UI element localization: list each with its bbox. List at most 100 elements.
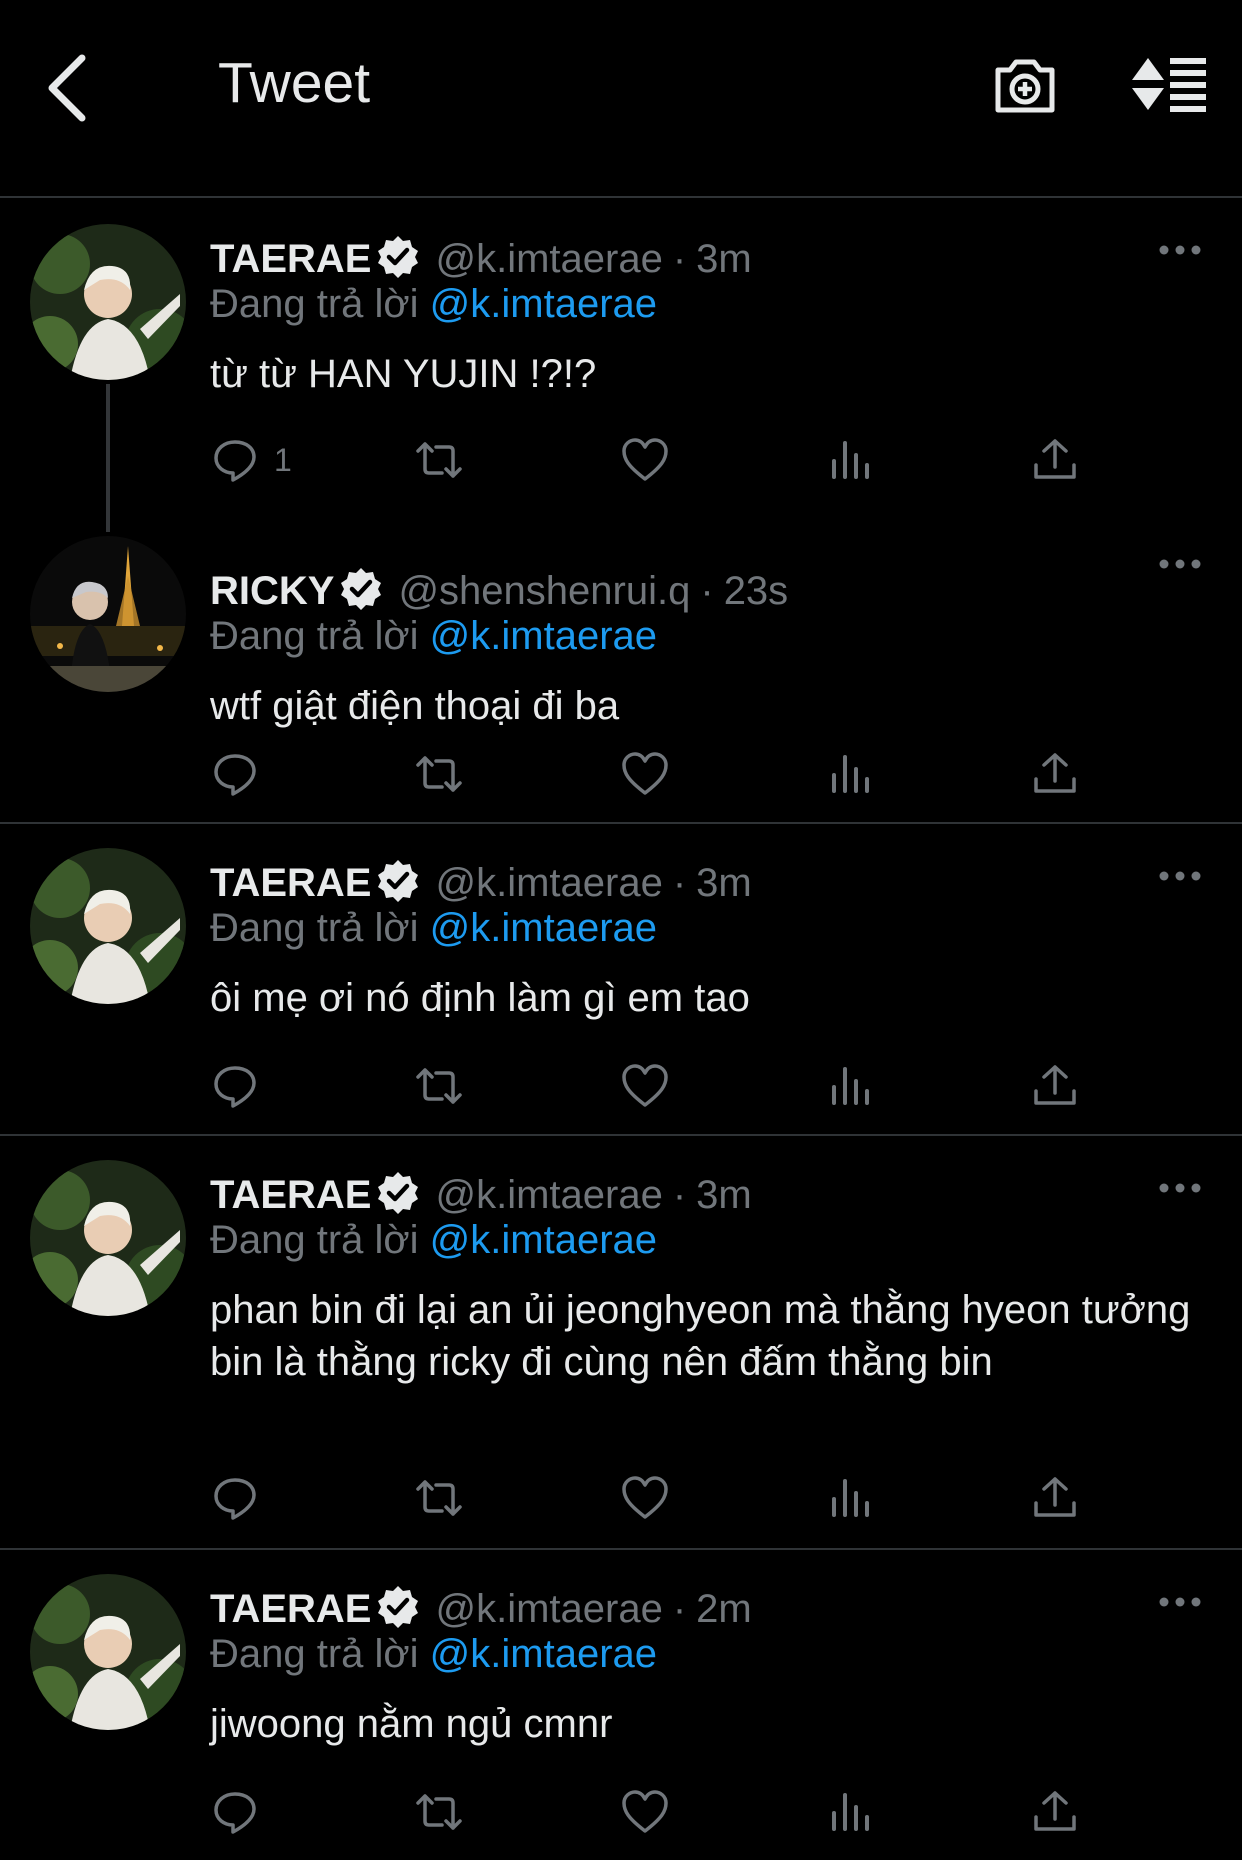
share-icon	[1034, 439, 1076, 479]
more-options-icon[interactable]	[1158, 1180, 1202, 1196]
replying-label: Đang trả lời	[210, 906, 419, 950]
reply-to-mention[interactable]: @k.imtaerae	[430, 1632, 657, 1676]
share-button[interactable]	[1030, 1786, 1080, 1838]
more-options-icon[interactable]	[1158, 1594, 1202, 1610]
display-name[interactable]: TAERAE	[210, 1173, 371, 1217]
more-options-icon[interactable]	[1158, 556, 1202, 572]
back-icon[interactable]	[40, 48, 100, 128]
tweet-actions	[210, 1060, 1110, 1112]
tweet-actions	[210, 1786, 1110, 1838]
tweet-text: ôi mẹ ơi nó định làm gì em tao	[210, 976, 750, 1020]
handle[interactable]: @shenshenrui.q	[398, 569, 690, 613]
replying-to: Đang trả lời @k.imtaerae	[210, 282, 657, 327]
verified-badge-icon	[378, 236, 419, 278]
heart-icon	[622, 1064, 668, 1107]
reply-button[interactable]	[210, 1060, 274, 1112]
timestamp: 3m	[696, 861, 752, 905]
more-options-icon[interactable]	[1158, 242, 1202, 258]
analytics-button[interactable]	[826, 434, 876, 486]
tweet-header: TAERAE @k.imtaerae · 3m	[210, 858, 752, 906]
share-button[interactable]	[1030, 1060, 1080, 1112]
analytics-button[interactable]	[826, 1060, 876, 1112]
tweet[interactable]: TAERAE @k.imtaerae · 3m Đang trả lời @k.imt…	[0, 824, 1242, 1136]
share-icon	[1034, 1791, 1076, 1831]
tweet[interactable]: TAERAE @k.imtaerae · 3m Đang trả lời @k.imt…	[0, 198, 1242, 532]
retweet-button[interactable]	[414, 1472, 464, 1524]
timestamp: 2m	[696, 1587, 752, 1631]
bar-chart-icon	[832, 1793, 869, 1831]
bar-chart-icon	[832, 755, 869, 793]
handle[interactable]: @k.imtaerae	[435, 237, 662, 281]
like-button[interactable]	[620, 1472, 670, 1524]
share-icon	[1034, 1065, 1076, 1105]
retweet-button[interactable]	[414, 434, 464, 486]
bar-chart-icon	[832, 1067, 869, 1105]
avatar[interactable]	[30, 224, 186, 380]
sort-icon[interactable]	[1130, 50, 1210, 120]
share-icon	[1034, 753, 1076, 793]
display-name[interactable]: TAERAE	[210, 237, 371, 281]
handle[interactable]: @k.imtaerae	[435, 1587, 662, 1631]
reply-button[interactable]	[210, 1472, 274, 1524]
retweet-icon	[416, 442, 462, 478]
tweet-actions	[210, 1472, 1110, 1524]
like-button[interactable]	[620, 748, 670, 800]
replying-to: Đang trả lời @k.imtaerae	[210, 614, 657, 659]
analytics-button[interactable]	[826, 1786, 876, 1838]
reply-to-mention[interactable]: @k.imtaerae	[430, 282, 657, 326]
tweet-header: TAERAE @k.imtaerae · 3m	[210, 234, 752, 282]
handle[interactable]: @k.imtaerae	[435, 861, 662, 905]
reply-icon	[214, 1478, 256, 1520]
separator-dot: ·	[672, 861, 687, 905]
retweet-button[interactable]	[414, 1060, 464, 1112]
tweet[interactable]: TAERAE @k.imtaerae · 3m Đang trả lời @k.imt…	[0, 1136, 1242, 1550]
like-button[interactable]	[620, 434, 670, 486]
retweet-button[interactable]	[414, 748, 464, 800]
avatar[interactable]	[30, 536, 186, 692]
avatar[interactable]	[30, 1160, 186, 1316]
reply-to-mention[interactable]: @k.imtaerae	[430, 1218, 657, 1262]
timestamp: 3m	[696, 1173, 752, 1217]
analytics-button[interactable]	[826, 748, 876, 800]
heart-icon	[622, 1790, 668, 1833]
reply-button[interactable]	[210, 748, 274, 800]
retweet-icon	[416, 1480, 462, 1516]
reply-count: 1	[274, 441, 292, 478]
tweet[interactable]: RICKY @shenshenrui.q · 23s Đang trả lời @k.…	[0, 532, 1242, 824]
reply-to-mention[interactable]: @k.imtaerae	[430, 614, 657, 658]
like-button[interactable]	[620, 1786, 670, 1838]
retweet-button[interactable]	[414, 1786, 464, 1838]
analytics-button[interactable]	[826, 1472, 876, 1524]
tweet-header: TAERAE @k.imtaerae · 3m	[210, 1170, 752, 1218]
like-button[interactable]	[620, 1060, 670, 1112]
handle[interactable]: @k.imtaerae	[435, 1173, 662, 1217]
display-name[interactable]: TAERAE	[210, 861, 371, 905]
tweet-text: từ từ HAN YUJIN !?!?	[210, 352, 597, 396]
avatar[interactable]	[30, 1574, 186, 1730]
share-button[interactable]	[1030, 434, 1080, 486]
verified-badge-icon	[378, 1172, 419, 1214]
verified-badge-icon	[378, 1586, 419, 1628]
reply-icon	[214, 440, 256, 482]
tweet[interactable]: TAERAE @k.imtaerae · 2m Đang trả lời @k.imt…	[0, 1550, 1242, 1860]
separator-dot: ·	[672, 1587, 687, 1631]
reply-icon	[214, 1792, 256, 1834]
reply-button[interactable]	[210, 1786, 274, 1838]
tweet-text: jiwoong nằm ngủ cmnr	[210, 1702, 613, 1746]
more-options-icon[interactable]	[1158, 868, 1202, 884]
camera-plus-icon[interactable]	[990, 50, 1060, 120]
replying-to: Đang trả lời @k.imtaerae	[210, 1218, 657, 1263]
thread-line	[106, 384, 110, 532]
verified-badge-icon	[341, 568, 382, 610]
share-button[interactable]	[1030, 1472, 1080, 1524]
display-name[interactable]: TAERAE	[210, 1587, 371, 1631]
reply-to-mention[interactable]: @k.imtaerae	[430, 906, 657, 950]
reply-button[interactable]: 1	[210, 434, 292, 486]
avatar[interactable]	[30, 848, 186, 1004]
replying-label: Đang trả lời	[210, 1218, 419, 1262]
share-button[interactable]	[1030, 748, 1080, 800]
display-name[interactable]: RICKY	[210, 569, 334, 613]
separator-dot: ·	[672, 1173, 687, 1217]
replying-label: Đang trả lời	[210, 1632, 419, 1676]
bar-chart-icon	[832, 1479, 869, 1517]
